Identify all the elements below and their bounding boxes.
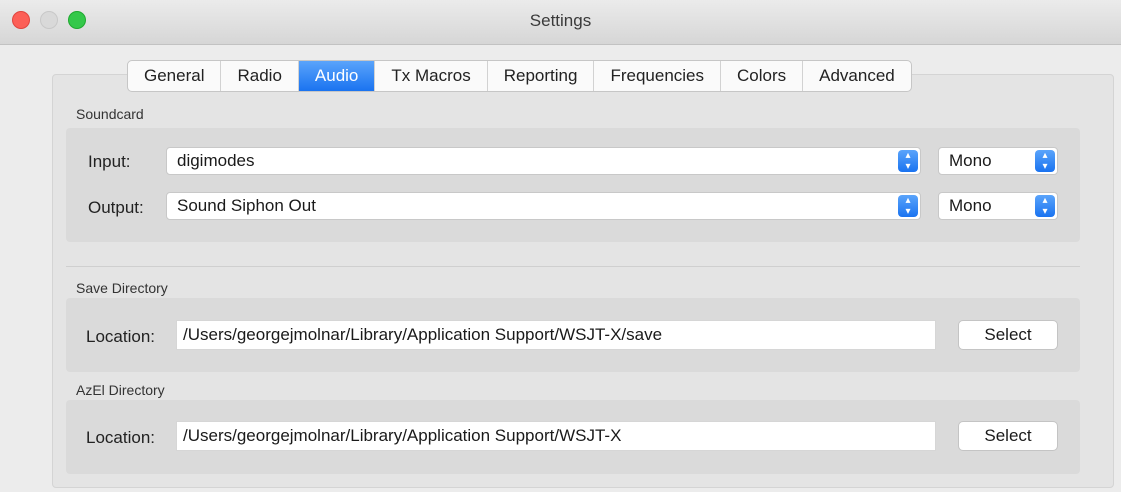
azel-location-field[interactable]: /Users/georgejmolnar/Library/Application… bbox=[176, 421, 936, 451]
save-location-field[interactable]: /Users/georgejmolnar/Library/Application… bbox=[176, 320, 936, 350]
tab-reporting[interactable]: Reporting bbox=[488, 61, 595, 91]
tab-radio[interactable]: Radio bbox=[221, 61, 299, 91]
save-directory-section-label: Save Directory bbox=[76, 280, 168, 296]
select-arrows-icon: ▴ ▾ bbox=[898, 195, 918, 217]
tab-colors[interactable]: Colors bbox=[721, 61, 804, 91]
input-channel-value: Mono bbox=[949, 151, 992, 170]
azel-directory-section-label: AzEl Directory bbox=[76, 382, 165, 398]
azel-select-button[interactable]: Select bbox=[958, 421, 1058, 451]
output-device-select[interactable]: Sound Siphon Out ▴ ▾ bbox=[166, 192, 921, 220]
title-bar: Settings bbox=[0, 0, 1121, 45]
select-arrows-icon: ▴ ▾ bbox=[1035, 195, 1055, 217]
soundcard-group bbox=[66, 128, 1080, 242]
tab-advanced[interactable]: Advanced bbox=[803, 61, 911, 91]
window-title: Settings bbox=[529, 11, 592, 30]
output-channel-select[interactable]: Mono ▴ ▾ bbox=[938, 192, 1058, 220]
tab-frequencies[interactable]: Frequencies bbox=[594, 61, 722, 91]
input-label: Input: bbox=[88, 152, 131, 171]
tab-bar: General Radio Audio Tx Macros Reporting … bbox=[127, 60, 912, 92]
tab-tx-macros[interactable]: Tx Macros bbox=[375, 61, 488, 91]
tab-general[interactable]: General bbox=[128, 61, 222, 91]
section-divider bbox=[66, 266, 1080, 267]
save-select-button[interactable]: Select bbox=[958, 320, 1058, 350]
tab-audio[interactable]: Audio bbox=[298, 61, 376, 91]
output-device-value: Sound Siphon Out bbox=[177, 196, 316, 215]
save-location-label: Location: bbox=[86, 327, 155, 346]
output-channel-value: Mono bbox=[949, 196, 992, 215]
input-device-value: digimodes bbox=[177, 151, 255, 170]
input-device-select[interactable]: digimodes ▴ ▾ bbox=[166, 147, 921, 175]
select-arrows-icon: ▴ ▾ bbox=[1035, 150, 1055, 172]
output-label: Output: bbox=[88, 198, 144, 217]
input-channel-select[interactable]: Mono ▴ ▾ bbox=[938, 147, 1058, 175]
azel-location-label: Location: bbox=[86, 428, 155, 447]
select-arrows-icon: ▴ ▾ bbox=[898, 150, 918, 172]
soundcard-section-label: Soundcard bbox=[76, 106, 144, 122]
